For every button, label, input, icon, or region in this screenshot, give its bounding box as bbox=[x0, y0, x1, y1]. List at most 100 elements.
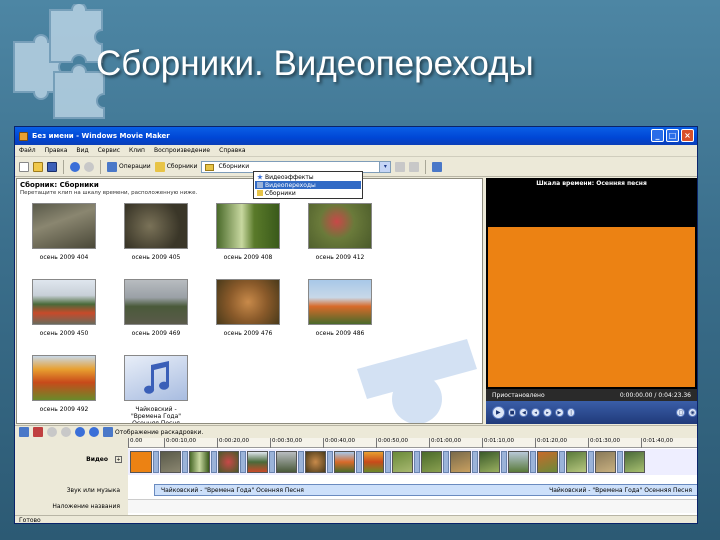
menu-clip[interactable]: Клип bbox=[129, 147, 145, 154]
timeline-clip[interactable] bbox=[392, 451, 413, 473]
transition-icon bbox=[257, 182, 263, 188]
film-reel-watermark bbox=[357, 339, 477, 423]
redo-icon[interactable] bbox=[84, 161, 94, 172]
timeline-clip[interactable] bbox=[363, 451, 384, 473]
timeline-clip[interactable] bbox=[305, 451, 326, 473]
rewind-icon[interactable]: ◀ bbox=[519, 408, 529, 417]
menu-help[interactable]: Справка bbox=[219, 147, 245, 154]
timeline-transition[interactable] bbox=[356, 451, 362, 473]
timeline-clip[interactable] bbox=[508, 451, 529, 473]
timeline-transition[interactable] bbox=[269, 451, 275, 473]
menu-file[interactable]: Файл bbox=[19, 147, 36, 154]
fast-forward-icon[interactable]: ▶ bbox=[554, 408, 564, 417]
window-titlebar[interactable]: Без имени - Windows Movie Maker _ □ × bbox=[15, 127, 697, 145]
timeline-transition[interactable] bbox=[327, 451, 333, 473]
narrate-icon[interactable] bbox=[33, 427, 43, 437]
menu-tools[interactable]: Сервис bbox=[98, 147, 120, 154]
clip-thumbnail[interactable]: осень 2009 492 bbox=[31, 355, 97, 413]
timeline-transition[interactable] bbox=[298, 451, 304, 473]
timeline-clip[interactable] bbox=[595, 451, 616, 473]
timeline-clip[interactable] bbox=[218, 451, 239, 473]
timeline-transition[interactable] bbox=[530, 451, 536, 473]
clip-thumbnail[interactable]: осень 2009 404 bbox=[31, 203, 97, 261]
collection-subheading: Перетащите клип на шкалу времени, распол… bbox=[20, 190, 198, 196]
minimize-button[interactable]: _ bbox=[651, 129, 664, 142]
clip-thumbnail[interactable]: осень 2009 450 bbox=[31, 279, 97, 337]
timeline-transition[interactable] bbox=[443, 451, 449, 473]
timeline-clip[interactable] bbox=[537, 451, 558, 473]
collections-button[interactable]: Сборники bbox=[154, 161, 197, 172]
dropdown-item-collections[interactable]: Сборники bbox=[255, 189, 361, 197]
play-icon[interactable]: ▶ bbox=[492, 406, 505, 419]
maximize-button[interactable]: □ bbox=[666, 129, 679, 142]
timeline-transition[interactable] bbox=[211, 451, 217, 473]
timeline-clip[interactable] bbox=[566, 451, 587, 473]
operations-button[interactable]: Операции bbox=[107, 161, 151, 172]
timeline-transition[interactable] bbox=[501, 451, 507, 473]
undo-icon[interactable] bbox=[70, 161, 80, 172]
menu-view[interactable]: Вид bbox=[76, 147, 88, 154]
open-project-icon[interactable] bbox=[33, 161, 43, 172]
timeline-transition[interactable] bbox=[385, 451, 391, 473]
timeline-clip[interactable] bbox=[189, 451, 210, 473]
clip-thumbnail[interactable]: осень 2009 412 bbox=[307, 203, 373, 261]
clip-image bbox=[32, 203, 96, 249]
timeline-clip[interactable] bbox=[450, 451, 471, 473]
snapshot-icon[interactable]: ◉ bbox=[688, 408, 697, 417]
views-icon[interactable] bbox=[432, 161, 443, 172]
clip-thumbnail[interactable]: осень 2009 405 bbox=[123, 203, 189, 261]
previous-frame-icon[interactable]: ◂ bbox=[531, 408, 541, 417]
timeline-clip[interactable] bbox=[160, 451, 181, 473]
dropdown-item-transitions[interactable]: Видеопереходы bbox=[255, 181, 361, 189]
timeline-clip[interactable] bbox=[421, 451, 442, 473]
timeline-transition[interactable] bbox=[414, 451, 420, 473]
audio-clip-thumbnail[interactable]: Чайковский - "Времена Года" Осенняя Песн… bbox=[123, 355, 189, 423]
clip-image bbox=[124, 203, 188, 249]
new-folder-icon[interactable] bbox=[409, 161, 420, 172]
menu-edit[interactable]: Правка bbox=[45, 147, 68, 154]
timeline-transition[interactable] bbox=[153, 451, 159, 473]
clip-thumbnail[interactable]: осень 2009 408 bbox=[215, 203, 281, 261]
split-icon[interactable]: | bbox=[566, 408, 576, 417]
timeline-clip[interactable] bbox=[247, 451, 268, 473]
clip-thumbnail[interactable]: осень 2009 476 bbox=[215, 279, 281, 337]
zoom-out-icon[interactable] bbox=[61, 427, 71, 437]
timeline-transition[interactable] bbox=[617, 451, 623, 473]
timeline-clip[interactable] bbox=[479, 451, 500, 473]
audio-track-clip[interactable]: Чайковский - "Времена Года" Осенняя Песн… bbox=[154, 484, 697, 496]
save-project-icon[interactable] bbox=[47, 161, 57, 172]
timeline-clip[interactable] bbox=[334, 451, 355, 473]
timeline-clip[interactable] bbox=[276, 451, 297, 473]
clip-thumbnail[interactable]: осень 2009 469 bbox=[123, 279, 189, 337]
timeline-clip[interactable] bbox=[130, 451, 152, 473]
new-project-icon[interactable] bbox=[19, 161, 29, 172]
dropdown-item-effects[interactable]: Видеоэффекты bbox=[255, 173, 361, 181]
expand-icon[interactable]: + bbox=[115, 456, 122, 463]
play-timeline-icon[interactable] bbox=[89, 427, 99, 437]
timeline-transition[interactable] bbox=[559, 451, 565, 473]
timeline-transition[interactable] bbox=[472, 451, 478, 473]
set-audio-levels-icon[interactable] bbox=[19, 427, 29, 437]
chevron-down-icon[interactable]: ▾ bbox=[379, 161, 391, 172]
menu-play[interactable]: Воспроизведение bbox=[154, 147, 210, 154]
title-overlay-track[interactable] bbox=[128, 499, 697, 513]
clip-caption: осень 2009 404 bbox=[39, 254, 89, 261]
zoom-in-icon[interactable] bbox=[47, 427, 57, 437]
timeline-transition[interactable] bbox=[588, 451, 594, 473]
timeline-area[interactable]: 0.00 0:00:10,00 0:00:20,00 0:00:30,00 0:… bbox=[128, 438, 697, 515]
timeline-clip[interactable] bbox=[624, 451, 645, 473]
show-storyboard-button[interactable]: Отображение раскадровки. bbox=[103, 427, 203, 437]
rewind-timeline-icon[interactable] bbox=[75, 427, 85, 437]
fullscreen-icon[interactable]: □ bbox=[676, 408, 686, 417]
stop-icon[interactable]: ■ bbox=[507, 408, 517, 417]
timeline-transition[interactable] bbox=[182, 451, 188, 473]
clip-thumbnail[interactable]: осень 2009 486 bbox=[307, 279, 373, 337]
clip-caption: осень 2009 469 bbox=[131, 330, 181, 337]
timeline-transition[interactable] bbox=[240, 451, 246, 473]
preview-status: Приостановлено bbox=[492, 391, 545, 399]
up-level-icon[interactable] bbox=[395, 161, 406, 172]
clip-caption: осень 2009 476 bbox=[223, 330, 273, 337]
storyboard-icon bbox=[103, 427, 113, 437]
close-button[interactable]: × bbox=[681, 129, 694, 142]
next-frame-icon[interactable]: ▸ bbox=[543, 408, 552, 417]
